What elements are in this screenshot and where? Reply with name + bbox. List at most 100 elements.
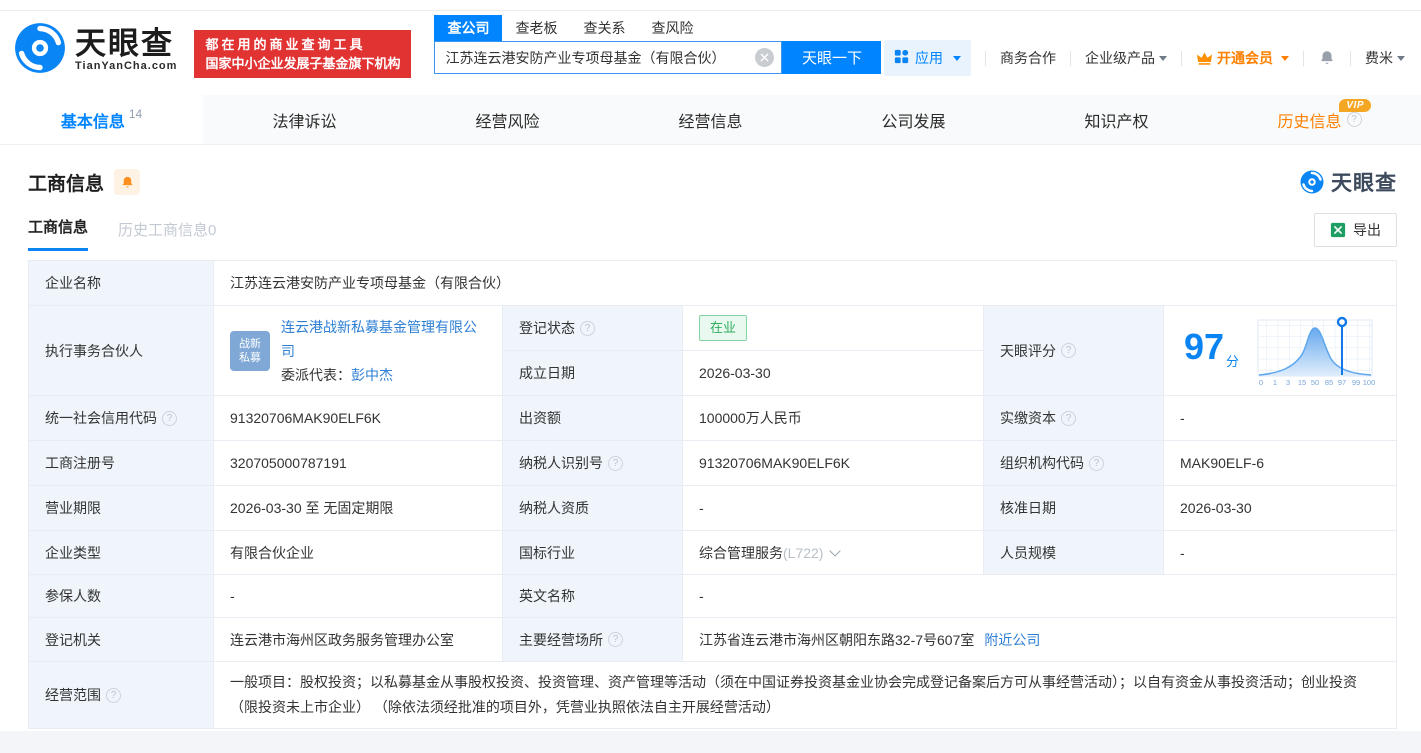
- apps-label: 应用: [915, 50, 943, 66]
- field-label-reg-status: 登记状态 ?: [503, 306, 683, 351]
- field-label-executive-partner: 执行事务合伙人: [29, 306, 214, 396]
- field-label-establish-date: 成立日期: [503, 351, 683, 396]
- tab-label: 法律诉讼: [272, 113, 337, 131]
- svg-text:100: 100: [1363, 378, 1376, 387]
- notification-bell-icon[interactable]: [1318, 49, 1336, 67]
- svg-text:0: 0: [1259, 378, 1263, 387]
- field-value-company-name: 江苏连云港安防产业专项母基金（有限合伙）: [214, 261, 1397, 306]
- search-tab-boss[interactable]: 查老板: [502, 15, 570, 41]
- apps-grid-icon: [894, 49, 909, 67]
- field-label-paid-capital: 实缴资本 ?: [984, 396, 1164, 441]
- question-icon[interactable]: ?: [106, 687, 121, 703]
- label-text: 组织机构代码: [1000, 455, 1084, 471]
- question-icon[interactable]: ?: [162, 410, 177, 426]
- tab-label: 经营信息: [678, 113, 743, 131]
- industry-code: (L722): [783, 544, 824, 561]
- field-label-credit-code: 统一社会信用代码 ?: [29, 396, 214, 441]
- question-icon[interactable]: ?: [608, 632, 623, 647]
- field-label-business-scope: 经营范围 ?: [29, 662, 214, 729]
- menu-divider: [985, 50, 986, 66]
- tab-basic-info[interactable]: 基本信息 14: [0, 95, 203, 144]
- label-text: 统一社会信用代码: [45, 410, 157, 426]
- open-vip-link[interactable]: 开通会员: [1196, 48, 1289, 68]
- chevron-down-icon[interactable]: [829, 544, 842, 557]
- menu-divider: [1070, 50, 1071, 66]
- svg-text:99: 99: [1352, 378, 1360, 387]
- tab-operating-info[interactable]: 经营信息: [609, 95, 812, 144]
- nearby-companies-link[interactable]: 附近公司: [984, 629, 1040, 651]
- search-input[interactable]: [434, 41, 783, 74]
- tab-company-development[interactable]: 公司发展: [812, 95, 1015, 144]
- menu-cooperation[interactable]: 商务合作: [1000, 48, 1056, 68]
- field-label-taxpayer-quality: 纳税人资质: [503, 486, 683, 531]
- label-text: 天眼评分: [1000, 342, 1056, 359]
- field-label-english-name: 英文名称: [503, 575, 683, 618]
- search-area: 查公司 查老板 查关系 查风险 天眼一下: [434, 15, 882, 74]
- score-distribution-chart: 0 1 3 15 50 85 97 99 100: [1257, 316, 1376, 387]
- tianyancha-logo[interactable]: 天眼查 TianYanCha.com: [14, 22, 177, 77]
- logo-swirl-icon: [1300, 170, 1324, 194]
- apps-menu[interactable]: 应用: [884, 40, 971, 76]
- label-text: 登记状态: [519, 320, 575, 336]
- search-tab-risk[interactable]: 查风险: [638, 15, 706, 41]
- avatar-text: 私募: [239, 351, 261, 364]
- tab-history-info[interactable]: VIP 历史信息 ?: [1218, 95, 1421, 144]
- top-header: 天眼查 TianYanCha.com 都在用的商业查询工具 国家中小企业发展子基…: [0, 0, 1421, 95]
- question-icon[interactable]: ?: [1061, 343, 1076, 358]
- tab-label: 基本信息: [60, 113, 125, 131]
- status-badge: 在业: [699, 315, 748, 341]
- menu-enterprise-products[interactable]: 企业级产品: [1085, 48, 1167, 68]
- field-label-org-code: 组织机构代码 ?: [984, 441, 1164, 486]
- svg-text:15: 15: [1298, 378, 1306, 387]
- field-value-reg-authority: 连云港市海州区政务服务管理办公室: [214, 618, 503, 662]
- field-label-insured-count: 参保人数: [29, 575, 214, 618]
- tab-intellectual-property[interactable]: 知识产权: [1015, 95, 1218, 144]
- user-account-menu[interactable]: 费米: [1365, 48, 1405, 68]
- tab-operating-risk[interactable]: 经营风险: [406, 95, 609, 144]
- tab-legal-proceedings[interactable]: 法律诉讼: [203, 95, 406, 144]
- svg-text:85: 85: [1325, 378, 1333, 387]
- field-label-company-type: 企业类型: [29, 531, 214, 575]
- field-value-reg-status: 在业: [683, 306, 984, 351]
- field-value-approval-date: 2026-03-30: [1164, 486, 1397, 531]
- field-label-industry: 国标行业: [503, 531, 683, 575]
- field-label-reg-authority: 登记机关: [29, 618, 214, 662]
- label-text: 主要经营场所: [519, 631, 603, 648]
- question-icon[interactable]: ?: [608, 455, 623, 471]
- score-unit: 分: [1226, 353, 1240, 369]
- field-label-approval-date: 核准日期: [984, 486, 1164, 531]
- caret-down-icon: [1159, 55, 1167, 61]
- svg-text:50: 50: [1311, 378, 1319, 387]
- search-tab-relation[interactable]: 查关系: [570, 15, 638, 41]
- search-tabs: 查公司 查老板 查关系 查风险: [434, 15, 881, 41]
- export-button[interactable]: 导出: [1314, 213, 1397, 247]
- search-button[interactable]: 天眼一下: [782, 41, 882, 74]
- svg-text:1: 1: [1273, 378, 1277, 387]
- partner-avatar[interactable]: 战新 私募: [230, 330, 270, 371]
- search-tab-company[interactable]: 查公司: [434, 15, 503, 41]
- rep-name-link[interactable]: 彭中杰: [351, 367, 393, 383]
- field-value-taxpayer-id: 91320706MAK90ELF6K: [683, 441, 984, 486]
- question-icon[interactable]: ?: [1061, 410, 1076, 426]
- subtab-history-business-info[interactable]: 历史工商信息0: [118, 219, 216, 251]
- field-label-business-term: 营业期限: [29, 486, 214, 531]
- field-label-reg-number: 工商注册号: [29, 441, 214, 486]
- vip-badge: VIP: [1339, 99, 1371, 112]
- field-value-org-code: MAK90ELF-6: [1164, 441, 1397, 486]
- menu-divider: [1303, 50, 1304, 66]
- watermark-text: 天眼查: [1331, 172, 1397, 195]
- question-icon[interactable]: ?: [1346, 112, 1362, 127]
- tab-label: 知识产权: [1084, 113, 1149, 131]
- top-menu: 应用 商务合作 企业级产品 开通会员 费米: [884, 40, 1405, 76]
- partner-company-link[interactable]: 连云港战新私募基金管理有限公司: [281, 319, 477, 359]
- score-number: 97: [1184, 325, 1225, 367]
- subtab-business-info[interactable]: 工商信息: [28, 216, 89, 251]
- label-text: 纳税人识别号: [519, 455, 603, 471]
- question-icon[interactable]: ?: [580, 320, 595, 336]
- username: 费米: [1365, 50, 1393, 66]
- field-value-business-term: 2026-03-30 至 无固定期限: [214, 486, 503, 531]
- field-label-taxpayer-id: 纳税人识别号 ?: [503, 441, 683, 486]
- question-icon[interactable]: ?: [1089, 455, 1104, 471]
- business-info-card: 工商信息 天眼查 工商信息 历史工商信息0 导出 企业名称 江苏连云港安防产业专…: [0, 145, 1421, 731]
- subscribe-bell-icon[interactable]: [114, 169, 141, 195]
